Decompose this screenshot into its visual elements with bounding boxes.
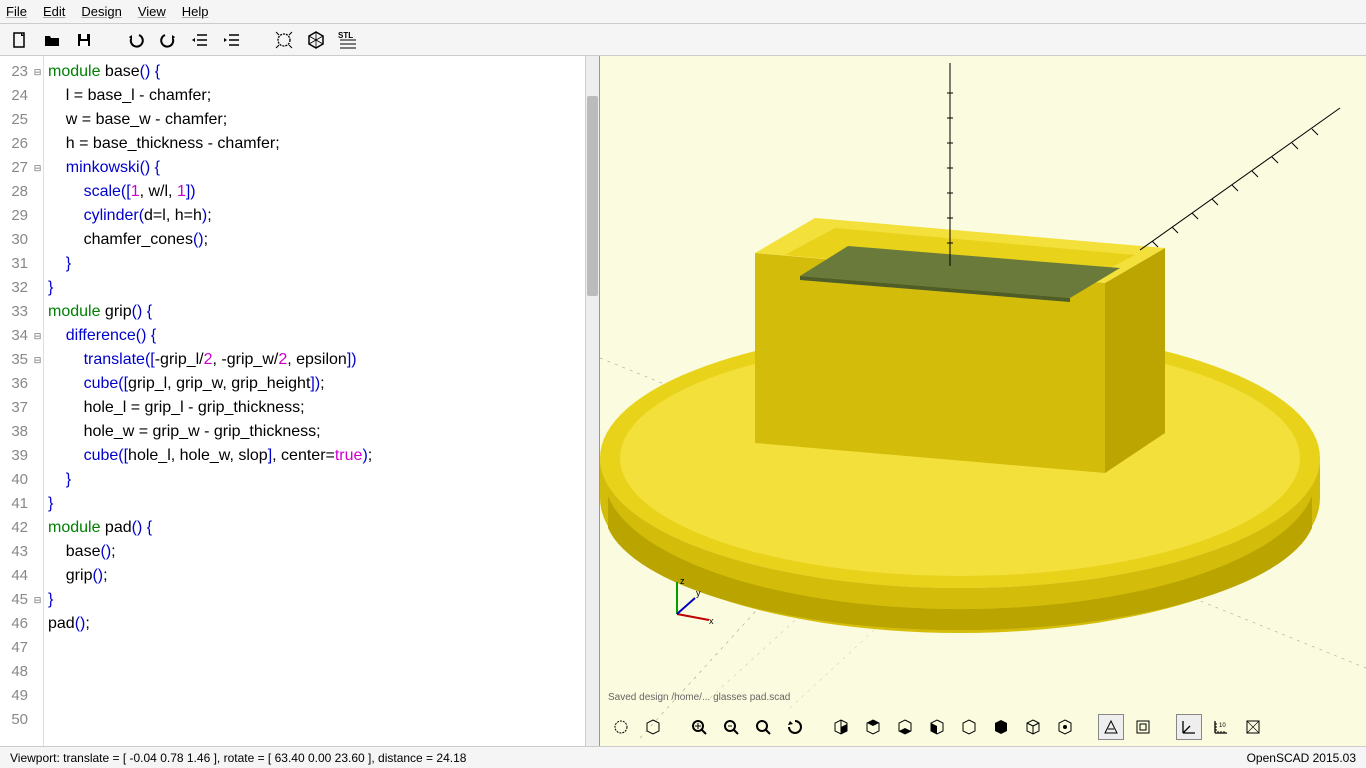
viewport-toolbar: 10: [608, 714, 1266, 740]
svg-text:y: y: [696, 588, 701, 598]
export-stl-button[interactable]: STL: [336, 28, 360, 52]
view-bottom-icon[interactable]: [892, 714, 918, 740]
show-axes-icon[interactable]: [1176, 714, 1202, 740]
editor-scrollbar[interactable]: [585, 56, 599, 746]
view-diag-icon[interactable]: [1020, 714, 1046, 740]
statusbar: Viewport: translate = [ -0.04 0.78 1.46 …: [0, 746, 1366, 768]
zoom-in-icon[interactable]: [718, 714, 744, 740]
perspective-icon[interactable]: [1098, 714, 1124, 740]
zoom-out-icon[interactable]: [750, 714, 776, 740]
show-edges-icon[interactable]: [1240, 714, 1266, 740]
new-button[interactable]: [8, 28, 32, 52]
svg-text:10: 10: [1219, 723, 1226, 729]
svg-text:STL: STL: [338, 31, 353, 40]
line-gutter: 2324252627282930313233343536373839404142…: [0, 56, 32, 746]
orthographic-icon[interactable]: [1130, 714, 1156, 740]
view-front-icon[interactable]: [956, 714, 982, 740]
view-left-icon[interactable]: [924, 714, 950, 740]
menu-design[interactable]: Design: [81, 4, 121, 19]
scrollbar-thumb[interactable]: [587, 96, 598, 296]
render-icon[interactable]: [640, 714, 666, 740]
show-scale-icon[interactable]: 10: [1208, 714, 1234, 740]
3d-viewport[interactable]: z x y Saved design /home/... glasses pad…: [600, 56, 1366, 746]
render-button[interactable]: [304, 28, 328, 52]
view-right-icon[interactable]: [828, 714, 854, 740]
undo-button[interactable]: [124, 28, 148, 52]
menu-file[interactable]: File: [6, 4, 27, 19]
code-area[interactable]: module base() { l = base_l - chamfer; w …: [44, 56, 599, 746]
code-editor[interactable]: 2324252627282930313233343536373839404142…: [0, 56, 600, 746]
svg-text:z: z: [680, 576, 685, 586]
status-version: OpenSCAD 2015.03: [1247, 751, 1356, 765]
menu-edit[interactable]: Edit: [43, 4, 65, 19]
reset-view-icon[interactable]: [782, 714, 808, 740]
redo-button[interactable]: [156, 28, 180, 52]
menu-view[interactable]: View: [138, 4, 166, 19]
main-toolbar: STL: [0, 24, 1366, 56]
rendered-model: [600, 56, 1366, 746]
view-center-icon[interactable]: [1052, 714, 1078, 740]
fold-column[interactable]: ⊟⊟⊟⊟⊟: [32, 56, 44, 746]
open-button[interactable]: [40, 28, 64, 52]
preview-button[interactable]: [272, 28, 296, 52]
view-top-icon[interactable]: [860, 714, 886, 740]
status-viewport: Viewport: translate = [ -0.04 0.78 1.46 …: [10, 751, 466, 765]
menu-help[interactable]: Help: [182, 4, 209, 19]
view-back-icon[interactable]: [988, 714, 1014, 740]
save-button[interactable]: [72, 28, 96, 52]
indent-button[interactable]: [220, 28, 244, 52]
viewport-message: Saved design /home/... glasses pad.scad: [608, 692, 1358, 706]
zoom-fit-icon[interactable]: [686, 714, 712, 740]
svg-text:x: x: [709, 616, 714, 626]
preview-icon[interactable]: [608, 714, 634, 740]
unindent-button[interactable]: [188, 28, 212, 52]
main-area: 2324252627282930313233343536373839404142…: [0, 56, 1366, 746]
axis-gizmo: z x y: [665, 576, 715, 626]
menubar: File Edit Design View Help: [0, 0, 1366, 24]
